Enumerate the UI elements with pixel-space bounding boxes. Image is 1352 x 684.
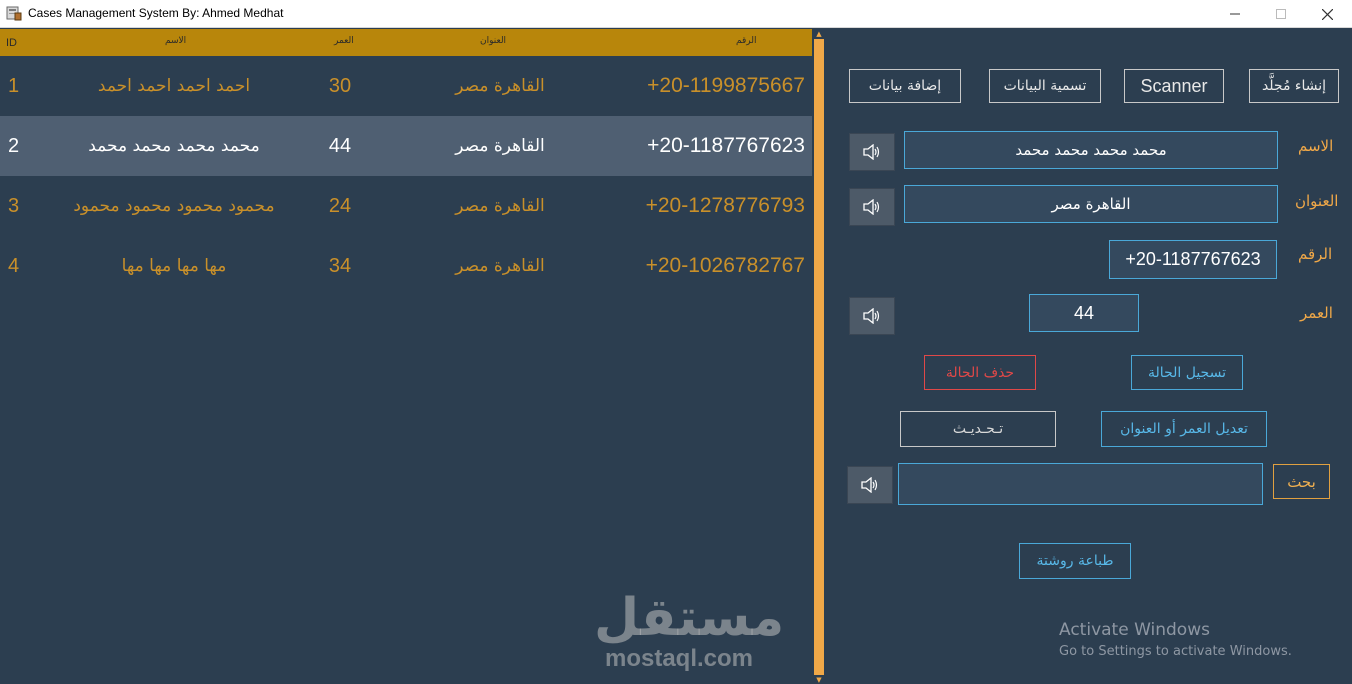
maximize-icon <box>1276 9 1286 19</box>
close-icon <box>1321 8 1333 20</box>
cell-address: القاهرة مصر <box>455 136 545 156</box>
window-title: Cases Management System By: Ahmed Medhat <box>28 6 284 20</box>
cell-address: القاهرة مصر <box>455 76 545 96</box>
watermark-latin: mostaql.com <box>604 645 754 672</box>
cell-phone: +20-1026782767 <box>645 254 805 277</box>
cell-name: احمد احمد احمد احمد <box>97 76 251 96</box>
address-label: العنوان <box>1295 192 1339 210</box>
cell-address: القاهرة مصر <box>455 256 545 276</box>
phone-field[interactable]: +20-1187767623 <box>1109 240 1277 279</box>
speaker-icon <box>863 144 880 160</box>
speaker-icon <box>863 199 880 215</box>
name-data-button[interactable]: تسمية البيانات <box>989 69 1101 103</box>
cell-name: مها مها مها مها <box>121 256 227 276</box>
create-folder-button[interactable]: إنشاء مُجلَّد <box>1249 69 1339 103</box>
register-case-button[interactable]: تسجيل الحالة <box>1131 355 1243 390</box>
search-input[interactable] <box>898 463 1263 505</box>
edit-age-address-button[interactable]: تعديل العمر أو العنوان <box>1101 411 1267 447</box>
title-bar: Cases Management System By: Ahmed Medhat <box>0 0 1352 28</box>
cell-age: 34 <box>328 255 352 277</box>
minimize-button[interactable] <box>1212 0 1258 28</box>
details-panel <box>824 29 1352 684</box>
age-label: العمر <box>1300 304 1333 322</box>
maximize-button[interactable] <box>1258 0 1304 28</box>
cell-age: 24 <box>328 195 352 217</box>
activate-windows-title: Activate Windows <box>1059 620 1210 640</box>
name-label: الاسم <box>1298 137 1334 155</box>
speak-name-button[interactable] <box>849 133 895 171</box>
scroll-up-icon[interactable]: ▲ <box>814 29 824 39</box>
cell-name: محمد محمد محمد محمد <box>88 136 260 156</box>
cell-name: محمود محمود محمود محمود <box>73 196 275 216</box>
minimize-icon <box>1230 13 1240 15</box>
activate-windows-notice: Activate Windows Go to Settings to activ… <box>1059 620 1292 664</box>
app-icon <box>6 6 22 21</box>
speaker-icon <box>861 477 878 493</box>
speak-address-button[interactable] <box>849 188 895 226</box>
cell-phone: +20-1187767623 <box>647 134 805 157</box>
cell-id: 1 <box>8 75 20 97</box>
speaker-icon <box>863 308 880 324</box>
add-data-button[interactable]: إضافة بيانات <box>849 69 961 103</box>
delete-case-button[interactable]: حذف الحالة <box>924 355 1036 390</box>
cell-phone: +20-1278776793 <box>645 194 805 217</box>
column-header-age[interactable]: العمر <box>334 36 354 46</box>
cases-table[interactable]: ID الاسم العمر العنوان الرقم 1 احمد احمد… <box>0 29 812 684</box>
speak-search-button[interactable] <box>847 466 893 504</box>
print-prescription-button[interactable]: طباعة روشتة <box>1019 543 1131 579</box>
table-header: ID الاسم العمر العنوان الرقم <box>0 29 812 56</box>
cell-age: 44 <box>328 135 352 157</box>
table-row[interactable]: 4 مها مها مها مها 34 القاهرة مصر +20-102… <box>0 236 812 296</box>
watermark: مستقل mostaql.com <box>594 588 785 672</box>
scroll-down-icon[interactable]: ▼ <box>814 675 824 684</box>
cell-id: 2 <box>8 135 20 157</box>
cell-id: 3 <box>8 195 20 217</box>
column-header-phone[interactable]: الرقم <box>736 36 757 46</box>
column-header-name[interactable]: الاسم <box>165 36 186 46</box>
name-field[interactable]: محمد محمد محمد محمد <box>904 131 1278 169</box>
column-header-address[interactable]: العنوان <box>480 36 506 46</box>
speak-age-button[interactable] <box>849 297 895 335</box>
search-button[interactable]: بحث <box>1273 464 1330 499</box>
address-field[interactable]: القاهرة مصر <box>904 185 1278 223</box>
scanner-button[interactable]: Scanner <box>1124 69 1224 103</box>
cell-phone: +20-1199875667 <box>647 74 805 97</box>
close-button[interactable] <box>1304 0 1350 28</box>
activate-windows-subtitle: Go to Settings to activate Windows. <box>1059 644 1292 659</box>
table-row[interactable]: 1 احمد احمد احمد احمد 30 القاهرة مصر +20… <box>0 56 812 116</box>
phone-label: الرقم <box>1298 245 1333 263</box>
table-row-selected[interactable]: 2 محمد محمد محمد محمد 44 القاهرة مصر +20… <box>0 116 812 176</box>
cell-age: 30 <box>328 75 352 97</box>
watermark-arabic: مستقل <box>594 588 785 648</box>
table-row[interactable]: 3 محمود محمود محمود محمود 24 القاهرة مصر… <box>0 176 812 236</box>
scrollbar-thumb[interactable] <box>814 39 824 675</box>
age-field[interactable]: 44 <box>1029 294 1139 332</box>
column-header-id[interactable]: ID <box>6 37 17 49</box>
cell-id: 4 <box>8 255 20 277</box>
table-scrollbar[interactable]: ▲ ▼ <box>812 29 824 684</box>
refresh-button[interactable]: تـحـديـث <box>900 411 1056 447</box>
cell-address: القاهرة مصر <box>455 196 545 216</box>
